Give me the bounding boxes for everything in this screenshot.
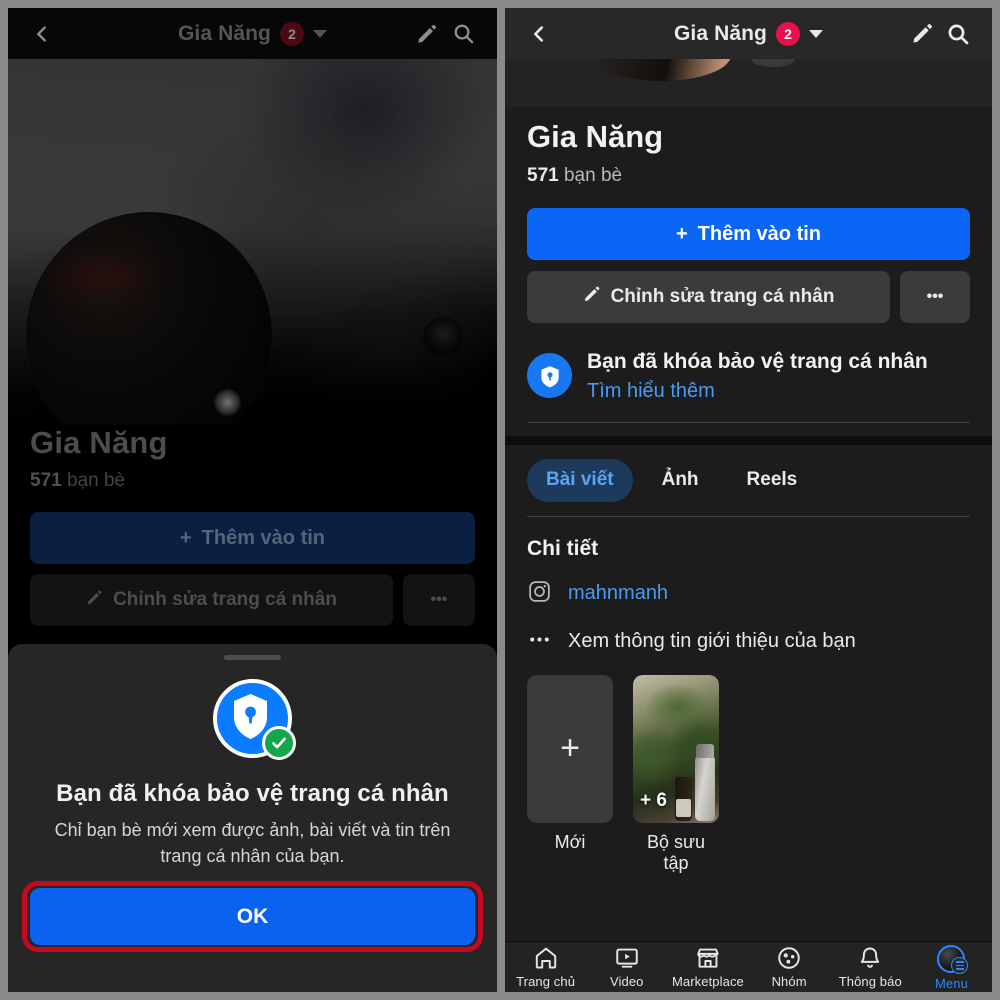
nav-item-menu[interactable]: Menu	[911, 945, 992, 991]
screenshot-frame: Gia Năng 2 Gia Năng 571 bạn bè + Thêm và…	[0, 0, 1000, 1000]
friends-count: 571	[527, 165, 559, 186]
nav-item-home[interactable]: Trang chủ	[505, 945, 586, 989]
shield-lock-icon	[213, 679, 296, 760]
hamburger-line	[955, 961, 964, 963]
locked-banner-text: Bạn đã khóa bảo vệ trang cá nhân Tìm hiể…	[587, 349, 928, 403]
nav-label-notifications: Thông báo	[838, 974, 902, 989]
modal-description: Chỉ bạn bè mới xem được ảnh, bài viết và…	[54, 820, 451, 866]
locked-profile-banner: Bạn đã khóa bảo vệ trang cá nhân Tìm hiể…	[505, 323, 992, 403]
friends-label: bạn bè	[563, 165, 623, 186]
collection-count-overlay: + 6	[640, 789, 667, 811]
edit-profile-button[interactable]: Chỉnh sửa trang cá nhân	[527, 271, 890, 323]
marketplace-icon	[697, 948, 719, 968]
profile-action-row: Chỉnh sửa trang cá nhân •••	[527, 271, 970, 323]
tab-reels[interactable]: Reels	[728, 459, 817, 502]
about-link-label[interactable]: Xem thông tin giới thiệu của bạn	[568, 630, 856, 653]
card-new-label: Mới	[554, 831, 586, 852]
edit-button[interactable]	[409, 16, 445, 52]
nav-item-groups[interactable]: Nhóm	[749, 945, 830, 989]
check-icon	[262, 726, 296, 760]
nav-label-home: Trang chủ	[516, 974, 576, 989]
app-bar-right: Gia Năng 2	[505, 8, 992, 59]
hamburger-badge-icon	[951, 957, 969, 974]
locked-banner-title: Bạn đã khóa bảo vệ trang cá nhân	[587, 350, 928, 373]
tab-posts[interactable]: Bài viết	[527, 458, 633, 502]
photo-detail-bottle	[675, 776, 692, 821]
learn-more-link[interactable]: Tìm hiểu thêm	[587, 380, 928, 403]
nav-item-video[interactable]: Video	[586, 945, 667, 989]
plus-icon: +	[560, 729, 580, 768]
bell-icon	[861, 947, 880, 968]
detail-row-instagram[interactable]: mahnmanh	[505, 561, 992, 609]
video-icon	[616, 948, 638, 968]
locked-profile-bottom-sheet: Bạn đã khóa bảo vệ trang cá nhân Chỉ bạn…	[8, 644, 497, 992]
nav-label-menu: Menu	[934, 976, 968, 991]
hamburger-line	[955, 964, 964, 967]
tab-photos[interactable]: Ảnh	[643, 459, 718, 502]
plus-icon: +	[675, 222, 688, 245]
nav-label-groups: Nhóm	[771, 974, 807, 989]
nav-label-video: Video	[610, 974, 644, 989]
ok-button[interactable]: OK	[30, 888, 475, 946]
friends-count-row[interactable]: 571 bạn bè	[527, 165, 970, 187]
nav-item-marketplace[interactable]: Marketplace	[667, 945, 748, 989]
add-new-card-box[interactable]: +	[527, 674, 613, 823]
notification-badge: 2	[775, 21, 800, 46]
back-button[interactable]	[24, 16, 60, 52]
edit-profile-label: Chỉnh sửa trang cá nhân	[610, 286, 835, 307]
nav-item-notifications[interactable]: Thông báo	[830, 945, 911, 989]
photo-detail-vase	[695, 743, 715, 821]
highlight-cards: + Mới + 6 Bộ sưu tập	[505, 657, 992, 874]
profile-block-right: Gia Năng 571 bạn bè + Thêm vào tin Chỉnh…	[505, 119, 992, 323]
ellipsis-icon	[527, 627, 552, 657]
profile-tabs: Bài viết Ảnh Reels	[505, 445, 992, 502]
section-separator	[505, 435, 992, 445]
instagram-icon	[527, 579, 552, 609]
pencil-icon	[583, 285, 601, 309]
shield-lock-icon	[527, 353, 572, 399]
card-new[interactable]: + Mới	[527, 674, 613, 874]
detail-row-about[interactable]: Xem thông tin giới thiệu của bạn	[505, 609, 992, 657]
ellipsis-icon: •••	[926, 288, 944, 305]
left-phone-screen: Gia Năng 2 Gia Năng 571 bạn bè + Thêm và…	[8, 8, 497, 992]
hamburger-line	[955, 968, 964, 970]
instagram-username[interactable]: mahnmanh	[568, 582, 668, 605]
collection-photo[interactable]: + 6	[633, 674, 719, 823]
add-to-story-label: Thêm vào tin	[697, 222, 822, 245]
nav-label-marketplace: Marketplace	[671, 974, 744, 989]
groups-icon	[778, 947, 800, 969]
page-title: Gia Năng	[674, 21, 767, 45]
more-options-button[interactable]: •••	[900, 271, 970, 323]
chevron-down-icon[interactable]	[808, 29, 823, 38]
bottom-navigation: Trang chủ Video Marketplace Nhóm Thông b…	[505, 941, 992, 992]
search-button[interactable]	[940, 16, 976, 52]
ok-button-wrapper: OK	[22, 881, 483, 953]
edit-button[interactable]	[904, 16, 940, 52]
cover-photo-bottom[interactable]	[505, 59, 992, 107]
search-button[interactable]	[445, 16, 481, 52]
drag-handle[interactable]	[224, 655, 281, 660]
right-phone-screen: Gia Năng 2 Gia Năng 571 bạn bè + Thêm và…	[505, 8, 992, 992]
add-to-story-button[interactable]: + Thêm vào tin	[527, 208, 970, 260]
home-icon	[535, 947, 556, 969]
divider	[527, 421, 970, 423]
card-collection[interactable]: + 6 Bộ sưu tập	[633, 674, 719, 874]
profile-name: Gia Năng	[527, 119, 664, 154]
profile-scroll-area[interactable]: Gia Năng 571 bạn bè + Thêm vào tin Chỉnh…	[505, 59, 992, 992]
card-collection-label: Bộ sưu tập	[646, 831, 706, 873]
back-button[interactable]	[521, 16, 557, 52]
menu-avatar-icon	[937, 945, 969, 974]
modal-title: Bạn đã khóa bảo vệ trang cá nhân	[56, 780, 449, 807]
details-heading: Chi tiết	[527, 536, 599, 560]
